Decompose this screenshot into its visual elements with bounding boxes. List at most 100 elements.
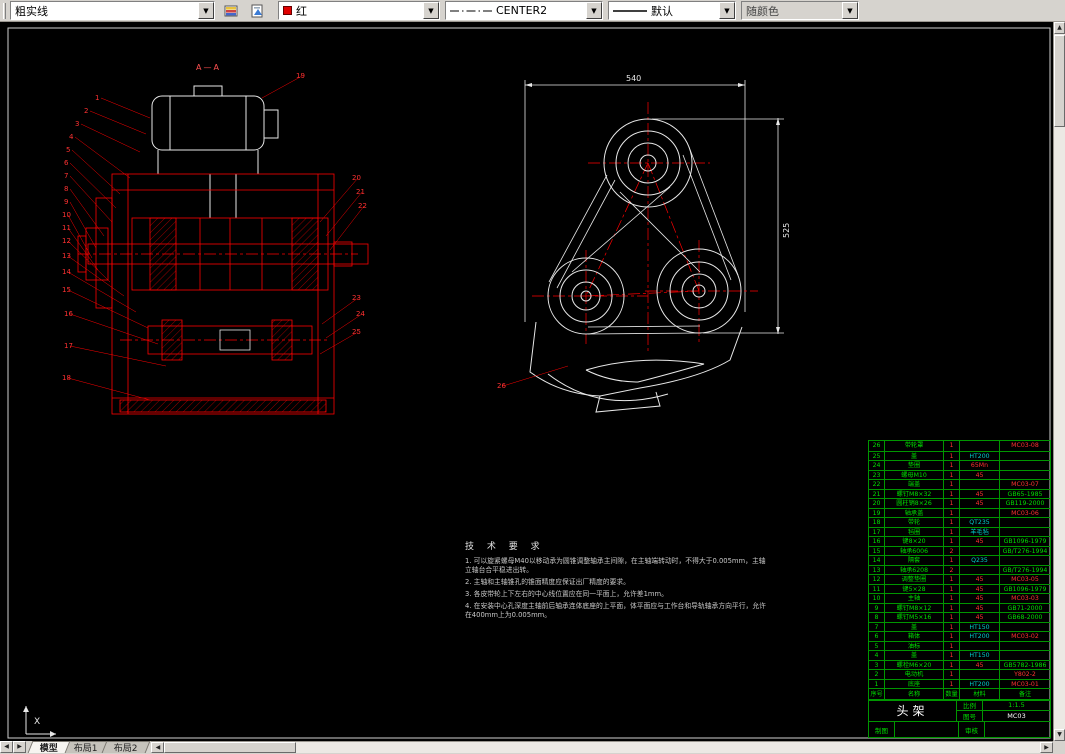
scrollbar-corner	[1053, 741, 1065, 753]
bom-cell: 带轮	[885, 517, 944, 527]
bom-cell: 底座	[885, 679, 944, 689]
scroll-down-button[interactable]: ▼	[1054, 729, 1065, 741]
bom-cell: 2	[944, 546, 960, 556]
callout-label: 4	[69, 133, 74, 141]
bom-cell	[960, 565, 1000, 575]
callout-label: 12	[62, 237, 71, 245]
bom-cell: 17	[869, 527, 885, 537]
bom-cell	[960, 441, 1000, 451]
bom-cell	[1000, 641, 1050, 651]
bom-cell: 9	[869, 603, 885, 613]
bom-cell: MC03-06	[1000, 508, 1050, 518]
bom-cell: 1	[944, 460, 960, 470]
bom-cell: 1	[944, 527, 960, 537]
bom-cell: GB1096-1979	[1000, 584, 1050, 594]
scroll-left-button[interactable]: ◀	[151, 742, 164, 753]
bom-cell	[1000, 622, 1050, 632]
callout-label: 20	[352, 174, 361, 182]
bom-cell: 22	[869, 479, 885, 489]
callout-leader	[70, 176, 112, 222]
tab-model[interactable]: 模型	[28, 741, 71, 753]
bom-cell: 1	[944, 669, 960, 679]
bom-row: 4盖1HT150	[869, 650, 1050, 660]
horizontal-scroll-track[interactable]	[164, 742, 1040, 753]
callout-label: 23	[352, 294, 361, 302]
bom-cell: 1	[944, 641, 960, 651]
chevron-down-icon[interactable]: ▼	[586, 2, 602, 19]
bom-cell: 螺钉M5×16	[885, 612, 944, 622]
tech-req-title: 技 术 要 求	[465, 539, 767, 552]
bom-cell: 1	[944, 631, 960, 641]
callout-label: 19	[296, 72, 305, 80]
chevron-down-icon: ▼	[842, 2, 858, 19]
bom-cell: 20	[869, 498, 885, 508]
callout-label: 13	[62, 252, 71, 260]
bom-cell: 键5×28	[885, 584, 944, 594]
bom-cell: GB65-1985	[1000, 489, 1050, 499]
lineweight-combo[interactable]: 默认 ▼	[608, 1, 736, 20]
toolbar-grip[interactable]	[3, 3, 6, 19]
tab-scroll-left-button[interactable]: ◀	[0, 741, 13, 753]
bom-cell	[1000, 650, 1050, 660]
linetype-combo[interactable]: CENTER2 ▼	[445, 1, 603, 20]
color-combo[interactable]: 红 ▼	[278, 1, 440, 20]
chevron-down-icon[interactable]: ▼	[719, 2, 735, 19]
chevron-down-icon[interactable]: ▼	[423, 2, 439, 19]
vertical-scroll-thumb[interactable]	[1054, 35, 1065, 127]
bom-row: 16键8×20145GB1096-1979	[869, 536, 1050, 546]
bom-cell: GB1096-1979	[1000, 536, 1050, 546]
bom-cell: HT200	[960, 451, 1000, 461]
bom-cell: 8	[869, 612, 885, 622]
bom-cell: 19	[869, 508, 885, 518]
callout-label: 11	[62, 224, 71, 232]
bom-cell: 1	[944, 584, 960, 594]
bom-cell: 24	[869, 460, 885, 470]
bom-row: 19轴承盖1MC03-06	[869, 508, 1050, 518]
callout-leader	[70, 202, 96, 248]
bom-row: 23螺母M10145	[869, 470, 1050, 480]
bom-table-body: 26带轮罩1MC03-0825盖1HT20024垫圈165Mn23螺母M1014…	[869, 441, 1050, 700]
bom-cell: 油标	[885, 641, 944, 651]
bom-cell: 45	[960, 574, 1000, 584]
horizontal-scrollbar[interactable]: ◀ ▶	[151, 741, 1053, 753]
scale-label: 比例	[957, 700, 983, 711]
bom-cell: MC03-03	[1000, 593, 1050, 603]
bom-row: 26带轮罩1MC03-08	[869, 441, 1050, 451]
scroll-right-button[interactable]: ▶	[1040, 742, 1053, 753]
callout-label: 16	[64, 310, 73, 318]
bom-row: 1底座1HT200MC03-01	[869, 679, 1050, 689]
plot-style-combo: 随颜色 ▼	[741, 1, 859, 20]
callout-label: 14	[62, 268, 71, 276]
horizontal-scroll-thumb[interactable]	[164, 742, 296, 753]
bom-cell: 轴承盖	[885, 508, 944, 518]
callout-label: 21	[356, 188, 365, 196]
bom-cell: 1	[944, 603, 960, 613]
bom-cell: 轴承6208	[885, 565, 944, 575]
callout-leader	[70, 346, 166, 366]
bom-row: 5油标1	[869, 641, 1050, 651]
callout-leader	[320, 178, 358, 222]
ucs-icon: X	[23, 706, 56, 737]
vertical-scrollbar[interactable]: ▲ ▼	[1053, 22, 1065, 741]
drawing-canvas[interactable]: A—A	[0, 22, 1053, 741]
tab-layout2[interactable]: 布局2	[101, 741, 150, 753]
layout-tab-bar: ◀ ▶ 模型 布局1 布局2 ◀ ▶	[0, 741, 1053, 753]
bom-row: 22端盖1MC03-07	[869, 479, 1050, 489]
linetype-style-combo[interactable]: 粗实线 ▼	[10, 1, 215, 20]
tab-scroll-right-button[interactable]: ▶	[13, 741, 26, 753]
bom-row: 8螺钉M5×16145GB68-2000	[869, 612, 1050, 622]
drawing-title: 头架	[869, 700, 957, 721]
bom-cell: HT150	[960, 622, 1000, 632]
chevron-down-icon[interactable]: ▼	[198, 2, 214, 19]
bom-cell	[960, 479, 1000, 489]
callout-leader	[70, 314, 158, 344]
bom-row: 7盖1HT150	[869, 622, 1050, 632]
scroll-up-button[interactable]: ▲	[1054, 22, 1065, 34]
bom-cell: 45	[960, 536, 1000, 546]
bom-cell: 23	[869, 470, 885, 480]
layer-properties-button[interactable]	[220, 1, 244, 21]
bom-cell: QT235	[960, 517, 1000, 527]
linetype-style-value: 粗实线	[15, 3, 48, 19]
properties-toolbar: 粗实线 ▼ 红 ▼	[0, 0, 1065, 22]
layer-states-button[interactable]	[246, 1, 270, 21]
